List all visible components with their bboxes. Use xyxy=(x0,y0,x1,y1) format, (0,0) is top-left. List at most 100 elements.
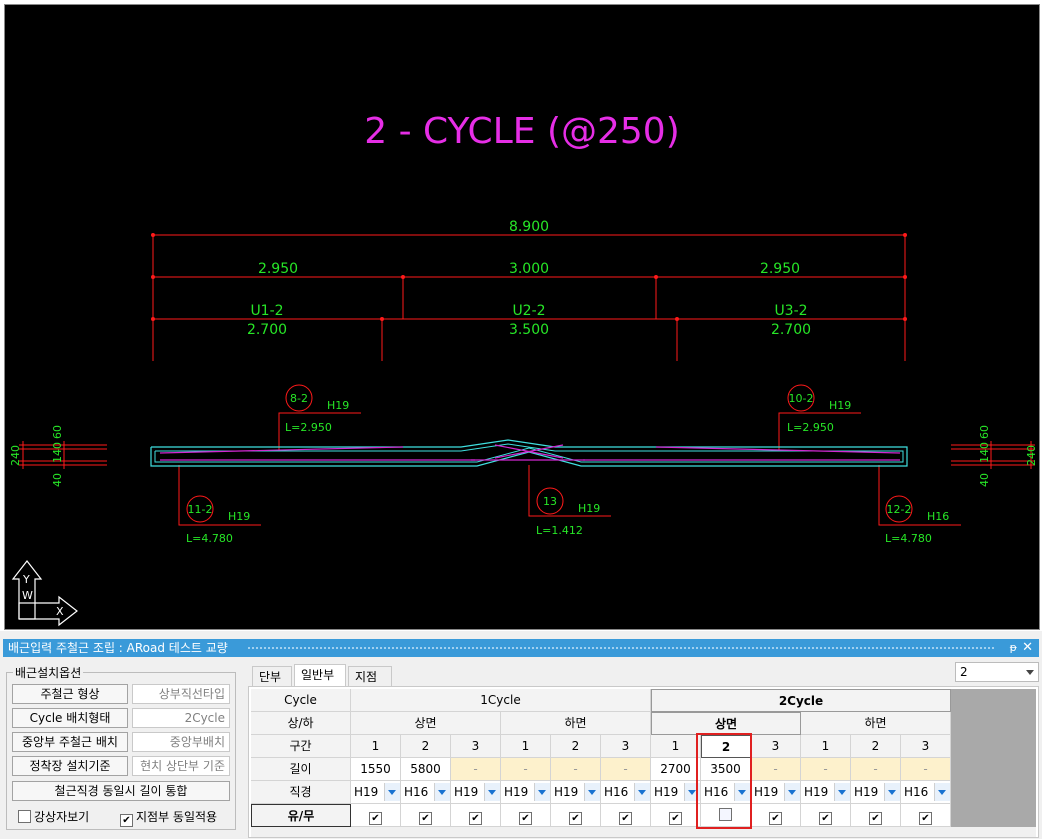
center-rebar-placement-value: 중앙부배치 xyxy=(132,732,230,752)
checkmark-icon[interactable]: ✔ xyxy=(919,812,932,825)
length-cell-4[interactable]: - xyxy=(551,758,601,781)
checkmark-icon[interactable]: ✔ xyxy=(469,812,482,825)
cycle-2-header[interactable]: 2Cycle xyxy=(651,689,951,712)
checkmark-icon[interactable]: ✔ xyxy=(869,812,882,825)
chevron-down-icon[interactable] xyxy=(534,783,550,801)
chevron-down-icon[interactable] xyxy=(784,783,800,801)
chevron-down-icon[interactable] xyxy=(384,783,400,801)
length-cell-8[interactable]: - xyxy=(751,758,801,781)
tab-support[interactable]: 지점부 xyxy=(348,666,392,704)
chevron-down-icon[interactable] xyxy=(434,783,450,801)
length-cell-3[interactable]: - xyxy=(501,758,551,781)
presence-checkbox-5[interactable]: ✔ xyxy=(601,804,651,827)
presence-checkbox-3[interactable]: ✔ xyxy=(501,804,551,827)
presence-checkbox-11[interactable]: ✔ xyxy=(901,804,951,827)
diameter-value: H19 xyxy=(754,785,779,799)
length-cell-5[interactable]: - xyxy=(601,758,651,781)
length-cell-10[interactable]: - xyxy=(851,758,901,781)
cycle-count-value: 2 xyxy=(960,665,968,679)
rebar-input-panel: 배근입력 주철근 조립 : ARoad 테스트 교량 ᵽ ✕ 배근설치옵션 주철… xyxy=(0,636,1042,839)
diameter-select-5[interactable]: H16 xyxy=(601,781,651,804)
checkmark-icon[interactable]: ✔ xyxy=(619,812,632,825)
cad-viewport[interactable]: 2 - CYCLE (@250) 8.900 2.950 3.000 2.950… xyxy=(4,4,1040,630)
tab-general[interactable]: 일반부 xyxy=(294,664,346,686)
diameter-select-8[interactable]: H19 xyxy=(751,781,801,804)
side-right-total: 240 xyxy=(1025,445,1038,466)
face-header-0: 상면 xyxy=(351,712,501,735)
grid-empty-area xyxy=(951,689,1036,827)
ucs-x-label: X xyxy=(56,605,64,618)
diameter-select-4[interactable]: H19 xyxy=(551,781,601,804)
pin-icon[interactable]: ᵽ xyxy=(1010,639,1017,657)
chevron-down-icon[interactable] xyxy=(584,783,600,801)
length-cell-6[interactable]: 2700 xyxy=(651,758,701,781)
chevron-down-icon[interactable] xyxy=(634,783,650,801)
cycle-count-select[interactable]: 2 xyxy=(955,662,1039,682)
marker-12-2-id: 12-2 xyxy=(887,503,912,516)
face-header-3: 하면 xyxy=(801,712,951,735)
close-icon[interactable]: ✕ xyxy=(1022,639,1033,657)
presence-checkbox-4[interactable]: ✔ xyxy=(551,804,601,827)
cycle-layout-value: 2Cycle xyxy=(132,708,230,728)
show-steel-box-checkbox[interactable]: 강상자보기 xyxy=(18,808,89,825)
cad-viewport-frame: 2 - CYCLE (@250) 8.900 2.950 3.000 2.950… xyxy=(0,0,1042,631)
presence-checkbox-8[interactable]: ✔ xyxy=(751,804,801,827)
side-left-c: 40 xyxy=(51,473,64,487)
main-rebar-shape-value: 상부직선타입 xyxy=(132,684,230,704)
diameter-value: H19 xyxy=(454,785,479,799)
main-rebar-shape-button[interactable]: 주철근 형상 xyxy=(12,684,128,704)
length-cell-9[interactable]: - xyxy=(801,758,851,781)
length-cell-0[interactable]: 1550 xyxy=(351,758,401,781)
chevron-down-icon[interactable] xyxy=(834,783,850,801)
checkmark-icon[interactable]: ✔ xyxy=(569,812,582,825)
dim-u2-length: 3.500 xyxy=(509,322,549,338)
cycle-layout-button[interactable]: Cycle 배치형태 xyxy=(12,708,128,728)
checkmark-icon[interactable]: ✔ xyxy=(519,812,532,825)
marker-8-2-id: 8-2 xyxy=(290,392,308,405)
checkmark-icon[interactable]: ✔ xyxy=(669,812,682,825)
presence-checkbox-1[interactable]: ✔ xyxy=(401,804,451,827)
merge-length-button[interactable]: 철근직경 동일시 길이 통합 xyxy=(12,781,230,801)
checkmark-icon[interactable]: ✔ xyxy=(369,812,382,825)
face-header-2[interactable]: 상면 xyxy=(651,712,801,735)
dim-seg3: 2.950 xyxy=(760,261,800,277)
dim-u2-label: U2-2 xyxy=(512,303,545,319)
support-same-apply-checkbox[interactable]: ✔ 지점부 동일적용 xyxy=(120,808,217,827)
section-header-2: 3 xyxy=(451,735,501,758)
presence-checkbox-6[interactable]: ✔ xyxy=(651,804,701,827)
section-header-11: 3 xyxy=(901,735,951,758)
checkmark-icon[interactable]: ✔ xyxy=(819,812,832,825)
center-rebar-placement-button[interactable]: 중앙부 주철근 배치 xyxy=(12,732,128,752)
marker-11-2-bar: H19 xyxy=(228,510,250,523)
diameter-select-0[interactable]: H19 xyxy=(351,781,401,804)
marker-12-2-bar: H16 xyxy=(927,510,949,523)
diameter-select-10[interactable]: H19 xyxy=(851,781,901,804)
chevron-down-icon[interactable] xyxy=(884,783,900,801)
presence-checkbox-10[interactable]: ✔ xyxy=(851,804,901,827)
show-steel-box-box[interactable] xyxy=(18,810,31,823)
panel-titlebar[interactable]: 배근입력 주철근 조립 : ARoad 테스트 교량 ᵽ ✕ xyxy=(3,639,1039,657)
diameter-select-9[interactable]: H19 xyxy=(801,781,851,804)
chevron-down-icon[interactable] xyxy=(484,783,500,801)
diameter-select-2[interactable]: H19 xyxy=(451,781,501,804)
checkmark-icon[interactable]: ✔ xyxy=(769,812,782,825)
diameter-select-1[interactable]: H16 xyxy=(401,781,451,804)
section-header-8: 3 xyxy=(751,735,801,758)
diameter-select-6[interactable]: H19 xyxy=(651,781,701,804)
tab-end[interactable]: 단부 xyxy=(252,666,292,686)
chevron-down-icon[interactable] xyxy=(1026,670,1034,675)
presence-checkbox-0[interactable]: ✔ xyxy=(351,804,401,827)
dim-u3-length: 2.700 xyxy=(771,322,811,338)
diameter-select-3[interactable]: H19 xyxy=(501,781,551,804)
support-same-apply-box[interactable]: ✔ xyxy=(120,814,133,827)
length-cell-11[interactable]: - xyxy=(901,758,951,781)
checkmark-icon[interactable]: ✔ xyxy=(419,812,432,825)
diameter-select-11[interactable]: H16 xyxy=(901,781,951,804)
chevron-down-icon[interactable] xyxy=(934,783,950,801)
presence-checkbox-2[interactable]: ✔ xyxy=(451,804,501,827)
presence-checkbox-9[interactable]: ✔ xyxy=(801,804,851,827)
anchorage-standard-button[interactable]: 정착장 설치기준 xyxy=(12,756,128,776)
length-cell-1[interactable]: 5800 xyxy=(401,758,451,781)
section-header-1: 2 xyxy=(401,735,451,758)
length-cell-2[interactable]: - xyxy=(451,758,501,781)
